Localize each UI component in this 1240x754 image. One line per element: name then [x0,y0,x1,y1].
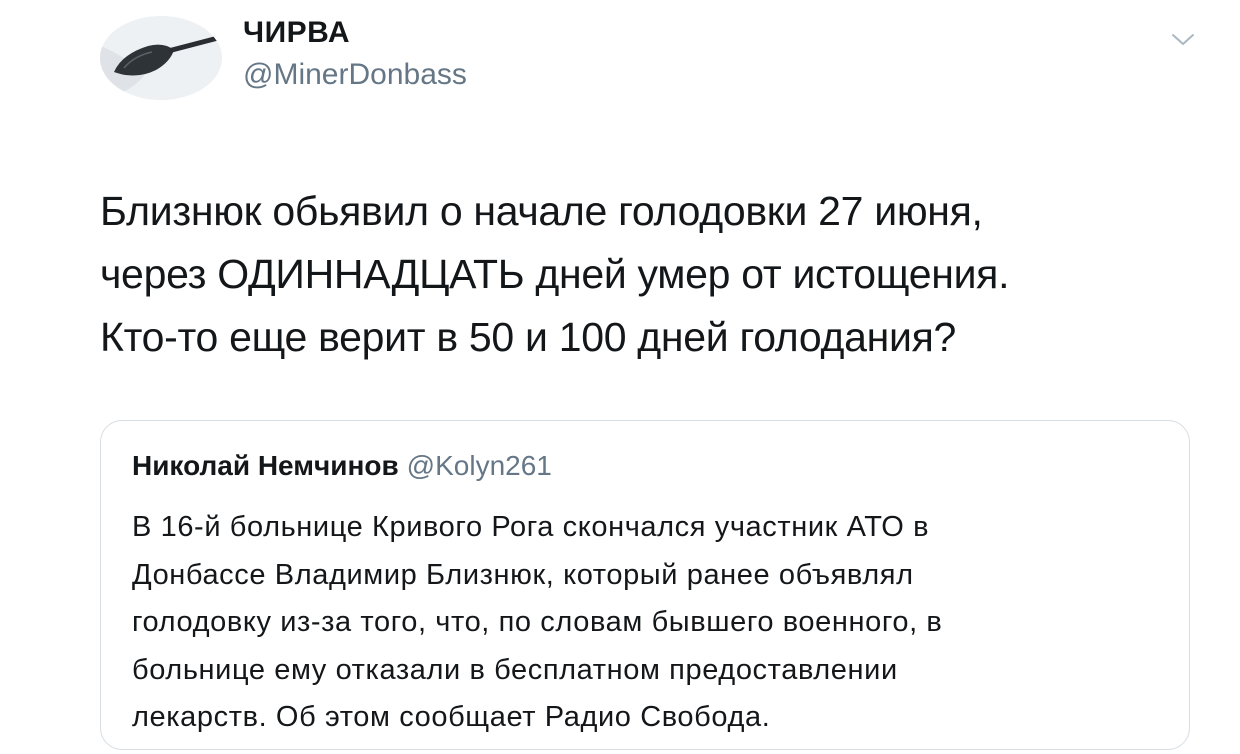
author-avatar[interactable] [100,16,222,100]
tweet-text: Близнюк обьявил о начале голодовки 27 ию… [100,188,1010,360]
author-display-name[interactable]: ЧИРВА [243,16,350,50]
quoted-author-name: Николай Немчинов [132,450,399,481]
tweet-menu-button[interactable] [1168,26,1198,52]
author-handle[interactable]: @MinerDonbass [243,58,467,92]
quoted-tweet-header: Николай Немчинов @Kolyn261 [132,450,552,482]
quoted-tweet-text: В 16-й больнице Кривого Рога скончался у… [132,511,943,733]
chevron-down-icon [1172,34,1194,45]
shovel-avatar-icon [100,16,222,100]
quoted-author-handle: @Kolyn261 [406,450,552,481]
quoted-tweet-card[interactable]: Николай Немчинов @Kolyn261 В 16-й больниц… [100,420,1190,750]
